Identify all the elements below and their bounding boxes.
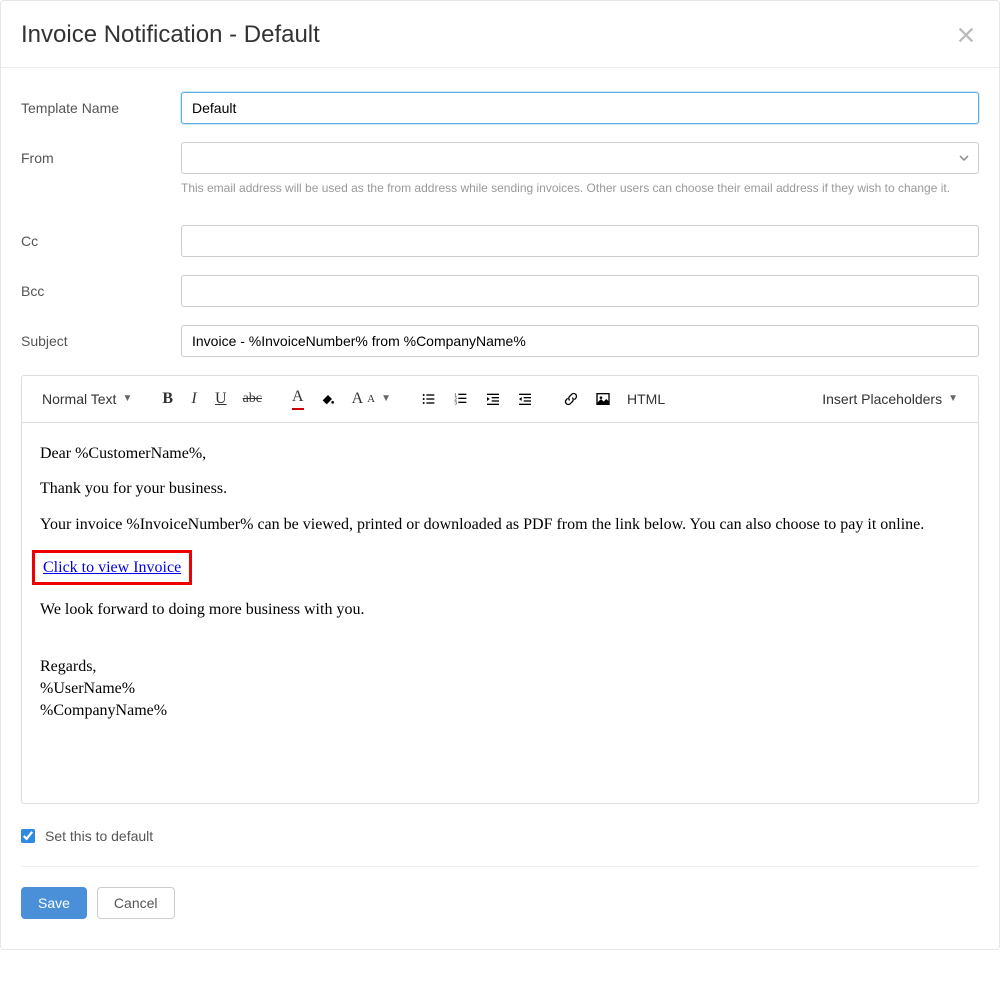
editor-companyname: %CompanyName%: [40, 700, 960, 722]
editor-regards: Regards,: [40, 656, 960, 678]
cc-row: Cc: [21, 225, 979, 257]
editor-greeting: Dear %CustomerName%,: [40, 443, 960, 465]
numbered-list-icon: 123: [453, 391, 469, 407]
underline-button[interactable]: U: [209, 386, 233, 412]
image-icon: [595, 391, 611, 407]
subject-input[interactable]: [181, 325, 979, 357]
bold-button[interactable]: B: [156, 386, 179, 412]
insert-placeholders-label: Insert Placeholders: [822, 391, 942, 407]
close-button[interactable]: [953, 22, 979, 48]
indent-button[interactable]: [479, 387, 507, 411]
editor-toolbar: Normal Text▼ B I U abc A AA▼ 123: [22, 376, 978, 423]
insert-placeholders-dropdown[interactable]: Insert Placeholders▼: [816, 387, 964, 411]
text-style-dropdown[interactable]: Normal Text▼: [36, 387, 138, 411]
outdent-button[interactable]: [511, 387, 539, 411]
cc-label: Cc: [21, 225, 181, 249]
link-icon: [563, 391, 579, 407]
strikethrough-button[interactable]: abc: [237, 387, 268, 411]
editor-line2: Your invoice %InvoiceNumber% can be view…: [40, 514, 960, 536]
bcc-input[interactable]: [181, 275, 979, 307]
modal-title: Invoice Notification - Default: [21, 21, 320, 49]
editor-body[interactable]: Dear %CustomerName%, Thank you for your …: [22, 423, 978, 803]
subject-label: Subject: [21, 325, 181, 349]
paint-bucket-icon: [320, 391, 336, 407]
editor-line3: We look forward to doing more business w…: [40, 599, 960, 621]
font-color-button[interactable]: A: [286, 384, 310, 414]
template-name-label: Template Name: [21, 92, 181, 116]
html-source-button[interactable]: HTML: [621, 387, 671, 411]
set-default-checkbox[interactable]: [21, 829, 35, 843]
unordered-list-button[interactable]: [415, 387, 443, 411]
cc-input[interactable]: [181, 225, 979, 257]
ordered-list-button[interactable]: 123: [447, 387, 475, 411]
font-size-dropdown[interactable]: AA▼: [346, 386, 397, 412]
from-row: From This email address will be used as …: [21, 142, 979, 197]
fill-color-button[interactable]: [314, 387, 342, 411]
from-select[interactable]: [181, 142, 979, 174]
template-name-row: Template Name: [21, 92, 979, 124]
modal-header: Invoice Notification - Default: [1, 21, 999, 68]
insert-image-button[interactable]: [589, 387, 617, 411]
email-template-modal: Invoice Notification - Default Template …: [0, 0, 1000, 950]
set-default-label: Set this to default: [45, 828, 153, 844]
bullet-list-icon: [421, 391, 437, 407]
svg-text:3: 3: [454, 400, 457, 405]
save-button[interactable]: Save: [21, 887, 87, 919]
font-color-icon: A: [292, 388, 304, 410]
bcc-row: Bcc: [21, 275, 979, 307]
bcc-label: Bcc: [21, 275, 181, 299]
editor-username: %UserName%: [40, 678, 960, 700]
footer-divider: [21, 866, 979, 867]
close-icon: [955, 24, 977, 46]
footer-actions: Save Cancel: [1, 887, 999, 919]
from-label: From: [21, 142, 181, 166]
from-help-text: This email address will be used as the f…: [181, 180, 979, 197]
form-body: Template Name From This email address wi…: [1, 68, 999, 357]
editor-container: Normal Text▼ B I U abc A AA▼ 123: [21, 375, 979, 804]
subject-row: Subject: [21, 325, 979, 357]
template-name-input[interactable]: [181, 92, 979, 124]
editor-line1: Thank you for your business.: [40, 478, 960, 500]
outdent-icon: [517, 391, 533, 407]
italic-button[interactable]: I: [183, 386, 205, 412]
default-checkbox-row: Set this to default: [1, 804, 999, 866]
indent-icon: [485, 391, 501, 407]
invoice-link-highlight: Click to view Invoice: [32, 550, 192, 586]
text-style-label: Normal Text: [42, 391, 116, 407]
insert-link-button[interactable]: [557, 387, 585, 411]
cancel-button[interactable]: Cancel: [97, 887, 175, 919]
invoice-link[interactable]: Click to view Invoice: [43, 559, 181, 576]
